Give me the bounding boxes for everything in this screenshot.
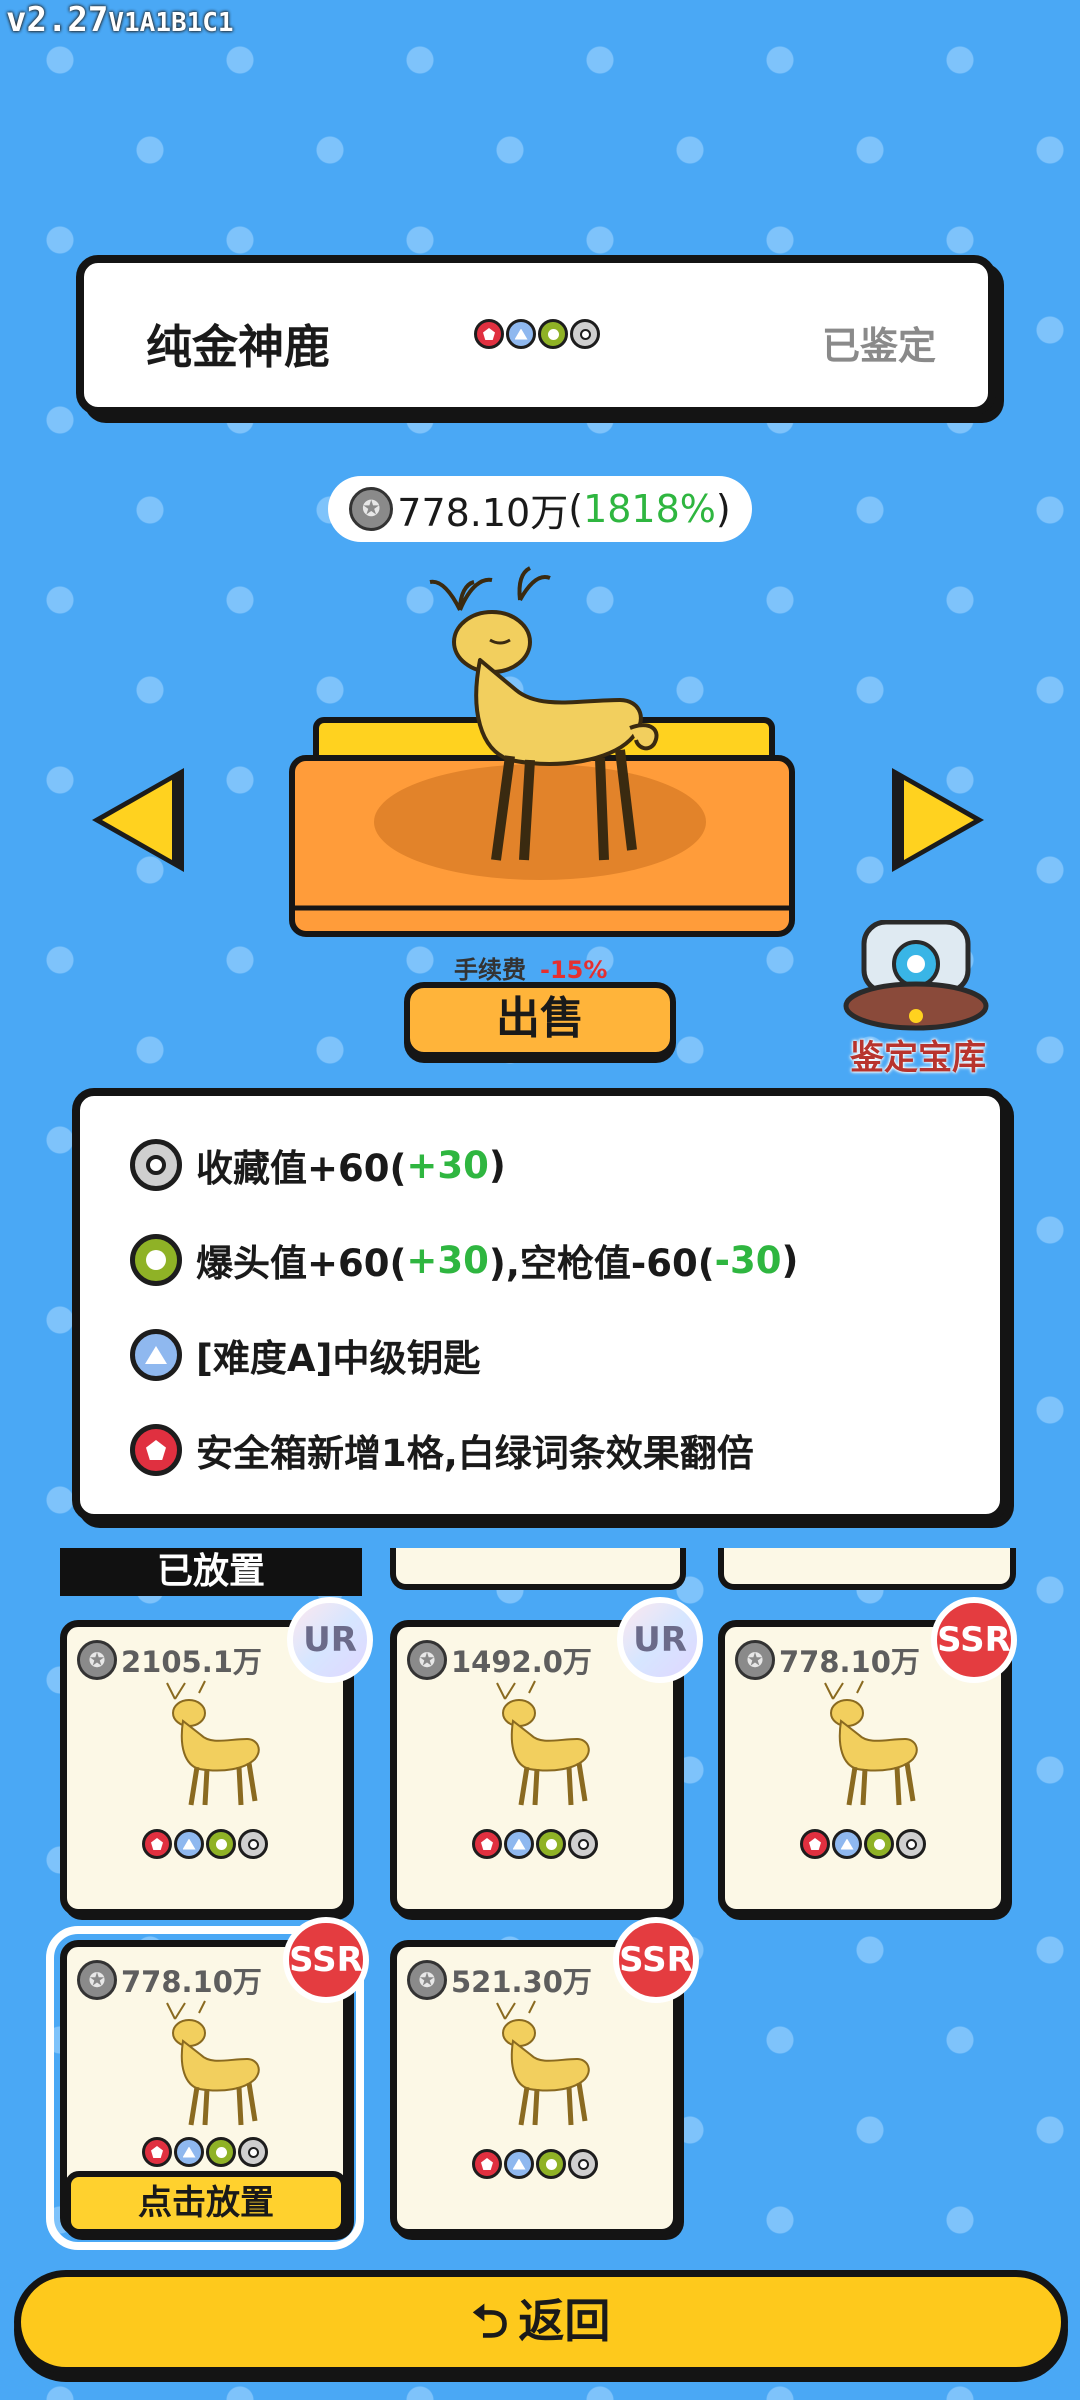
golden-deer-icon [824,1680,918,1806]
item-name: 纯金神鹿 [146,320,330,374]
white-ring-gem-icon [238,1829,268,1859]
blue-triangle-gem-icon [832,1829,862,1859]
golden-deer-icon [166,1680,260,1806]
white-ring-gem-icon [570,319,600,349]
placed-tab[interactable]: 已放置 [60,1548,362,1596]
effect-row: 爆头值+60(+30),空枪值-60(-30) [130,1233,798,1287]
white-ring-gem-icon [568,2149,598,2179]
golden-deer-icon [496,1680,590,1806]
green-circle-gem-icon [206,2137,236,2167]
red-pentagon-gem-icon [800,1829,830,1859]
partial-card [718,1548,1016,1590]
rarity-badge: SSR [613,1917,699,2003]
rarity-badge: SSR [931,1597,1017,1683]
blue-triangle-gem-icon [174,2137,204,2167]
white-ring-gem-icon [568,1829,598,1859]
card-gem-row [397,2149,673,2179]
golden-deer-icon [166,2000,260,2126]
effect-row: 收藏值+60(+30) [130,1138,506,1192]
rarity-badge: UR [617,1597,703,1683]
card-gem-row [725,1829,1001,1859]
item-gem-row [474,319,600,349]
green-circle-gem-icon [130,1234,182,1286]
green-circle-gem-icon [536,2149,566,2179]
golden-deer-icon [429,566,659,861]
vault-label[interactable]: 鉴定宝库 [836,1030,1000,1079]
collection-card[interactable]: ✪ 2105.1万 UR [60,1597,373,1916]
red-pentagon-gem-icon [472,2149,502,2179]
card-price: ✪ 521.30万 [407,1959,592,2001]
blue-triangle-gem-icon [504,2149,534,2179]
item-title-card: 纯金神鹿 已鉴定 [76,255,996,415]
white-ring-gem-icon [130,1139,182,1191]
red-pentagon-gem-icon [474,319,504,349]
card-price: ✪ 1492.0万 [407,1639,592,1681]
green-circle-gem-icon [538,319,568,349]
white-ring-gem-icon [238,2137,268,2167]
card-gem-row [67,1829,343,1859]
effect-row: 安全箱新增1格,白绿词条效果翻倍 [130,1423,754,1477]
place-button[interactable]: 点击放置 [65,2171,347,2235]
rarity-badge: SSR [283,1917,369,2003]
card-price: ✪ 2105.1万 [77,1639,262,1681]
blue-triangle-gem-icon [506,319,536,349]
white-ring-gem-icon [896,1829,926,1859]
blue-triangle-gem-icon [130,1329,182,1381]
collection-card[interactable]: ✪ 778.10万 SSR [718,1597,1017,1916]
item-price: 778.10万 [397,490,569,535]
blue-triangle-gem-icon [174,1829,204,1859]
coin-icon: ✪ [407,1960,447,2000]
coin-icon: ✪ [349,487,394,531]
sell-button[interactable]: 出售 [404,982,676,1058]
card-price: ✪ 778.10万 [77,1959,262,2001]
collection-card-selected[interactable]: ✪ 778.10万 SSR 点击放置 [46,1917,369,2250]
appraisal-status: 已鉴定 [821,324,936,368]
rarity-badge: UR [287,1597,373,1683]
collection-card[interactable]: ✪ 1492.0万 UR [390,1597,703,1916]
back-button[interactable]: ⮌ 返回 [14,2270,1068,2374]
red-pentagon-gem-icon [472,1829,502,1859]
next-item-arrow-icon[interactable] [892,768,984,872]
item-price-percent: 1818% [583,487,716,531]
item-price-pill: ✪ 778.10万(1818%) [328,476,752,542]
golden-deer-icon [496,2000,590,2126]
green-circle-gem-icon [864,1829,894,1859]
effects-card: 收藏值+60(+30) 爆头值+60(+30),空枪值-60(-30) [难度A… [72,1088,1008,1522]
effect-row: [难度A]中级钥匙 [130,1328,480,1382]
coin-icon: ✪ [407,1640,447,1680]
version-label: v2.27V1A1B1C1 [6,0,234,40]
red-pentagon-gem-icon [130,1424,182,1476]
card-price: ✪ 778.10万 [735,1639,920,1681]
collection-card[interactable]: ✪ 521.30万 SSR [390,1917,699,2236]
partial-card [390,1548,686,1590]
fee-percent: -15% [540,956,608,984]
return-arrow-icon: ⮌ [471,2294,509,2348]
blue-triangle-gem-icon [504,1829,534,1859]
red-pentagon-gem-icon [142,1829,172,1859]
green-circle-gem-icon [206,1829,236,1859]
fee-label: 手续费 -15% [454,956,608,984]
coin-icon: ✪ [77,1960,117,2000]
red-pentagon-gem-icon [142,2137,172,2167]
coin-icon: ✪ [735,1640,775,1680]
card-gem-row [67,2137,343,2167]
green-circle-gem-icon [536,1829,566,1859]
previous-item-arrow-icon[interactable] [92,768,184,872]
coin-icon: ✪ [77,1640,117,1680]
card-gem-row [397,1829,673,1859]
